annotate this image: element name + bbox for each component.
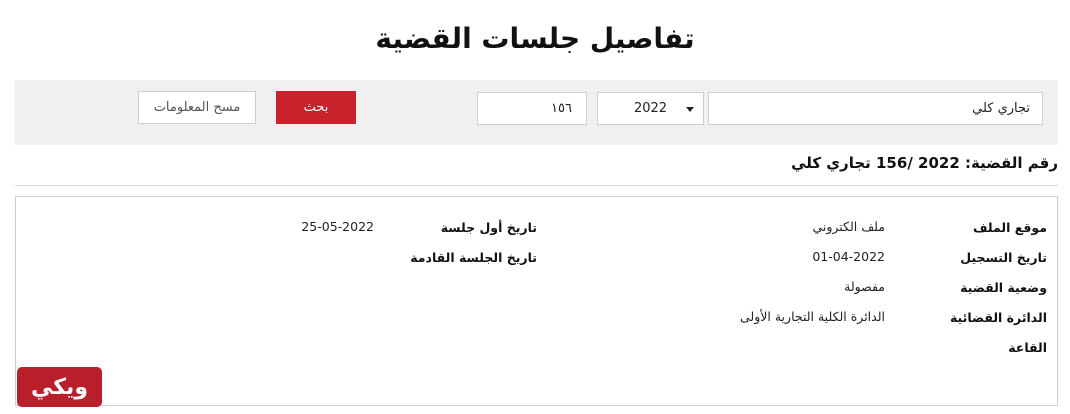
divider (15, 185, 1058, 186)
case-number-heading: رقم القضية: 2022 /156 تجاري كلي (791, 154, 1058, 172)
hall-label: القاعة (1008, 340, 1047, 355)
first-session-value: 25-05-2022 (301, 219, 374, 234)
brand-logo: ويكي (17, 367, 102, 407)
clear-button[interactable]: مسح المعلومات (138, 91, 256, 124)
circuit-label: الدائرة القضائية (949, 310, 1047, 325)
file-location-value: ملف الكتروني (812, 219, 885, 234)
case-details-panel: موقع الملف تاريخ التسجيل وضعية القضية ال… (15, 196, 1058, 406)
circuit-value: الدائرة الكلية التجارية الأولى (740, 309, 885, 324)
search-button[interactable]: بحث (276, 91, 356, 124)
case-type-field[interactable]: تجاري كلي (708, 92, 1043, 125)
first-session-label: تاريخ أول جلسة (440, 220, 537, 235)
page-title: تفاصيل جلسات القضية (375, 22, 695, 55)
next-session-label: تاريخ الجلسة القادمة (410, 250, 537, 265)
year-select-value: 2022 (633, 101, 668, 116)
registration-date-label: تاريخ التسجيل (960, 250, 1047, 265)
registration-date-value: 01-04-2022 (812, 249, 885, 264)
case-status-value: مفصولة (844, 279, 885, 294)
search-bar: تجاري كلي 2022 ١٥٦ بحث مسح المعلومات (15, 80, 1058, 145)
year-select[interactable]: 2022 (597, 92, 704, 125)
file-location-label: موقع الملف (973, 220, 1047, 235)
case-status-label: وضعية القضية (960, 280, 1047, 295)
case-number-input[interactable]: ١٥٦ (477, 92, 587, 125)
